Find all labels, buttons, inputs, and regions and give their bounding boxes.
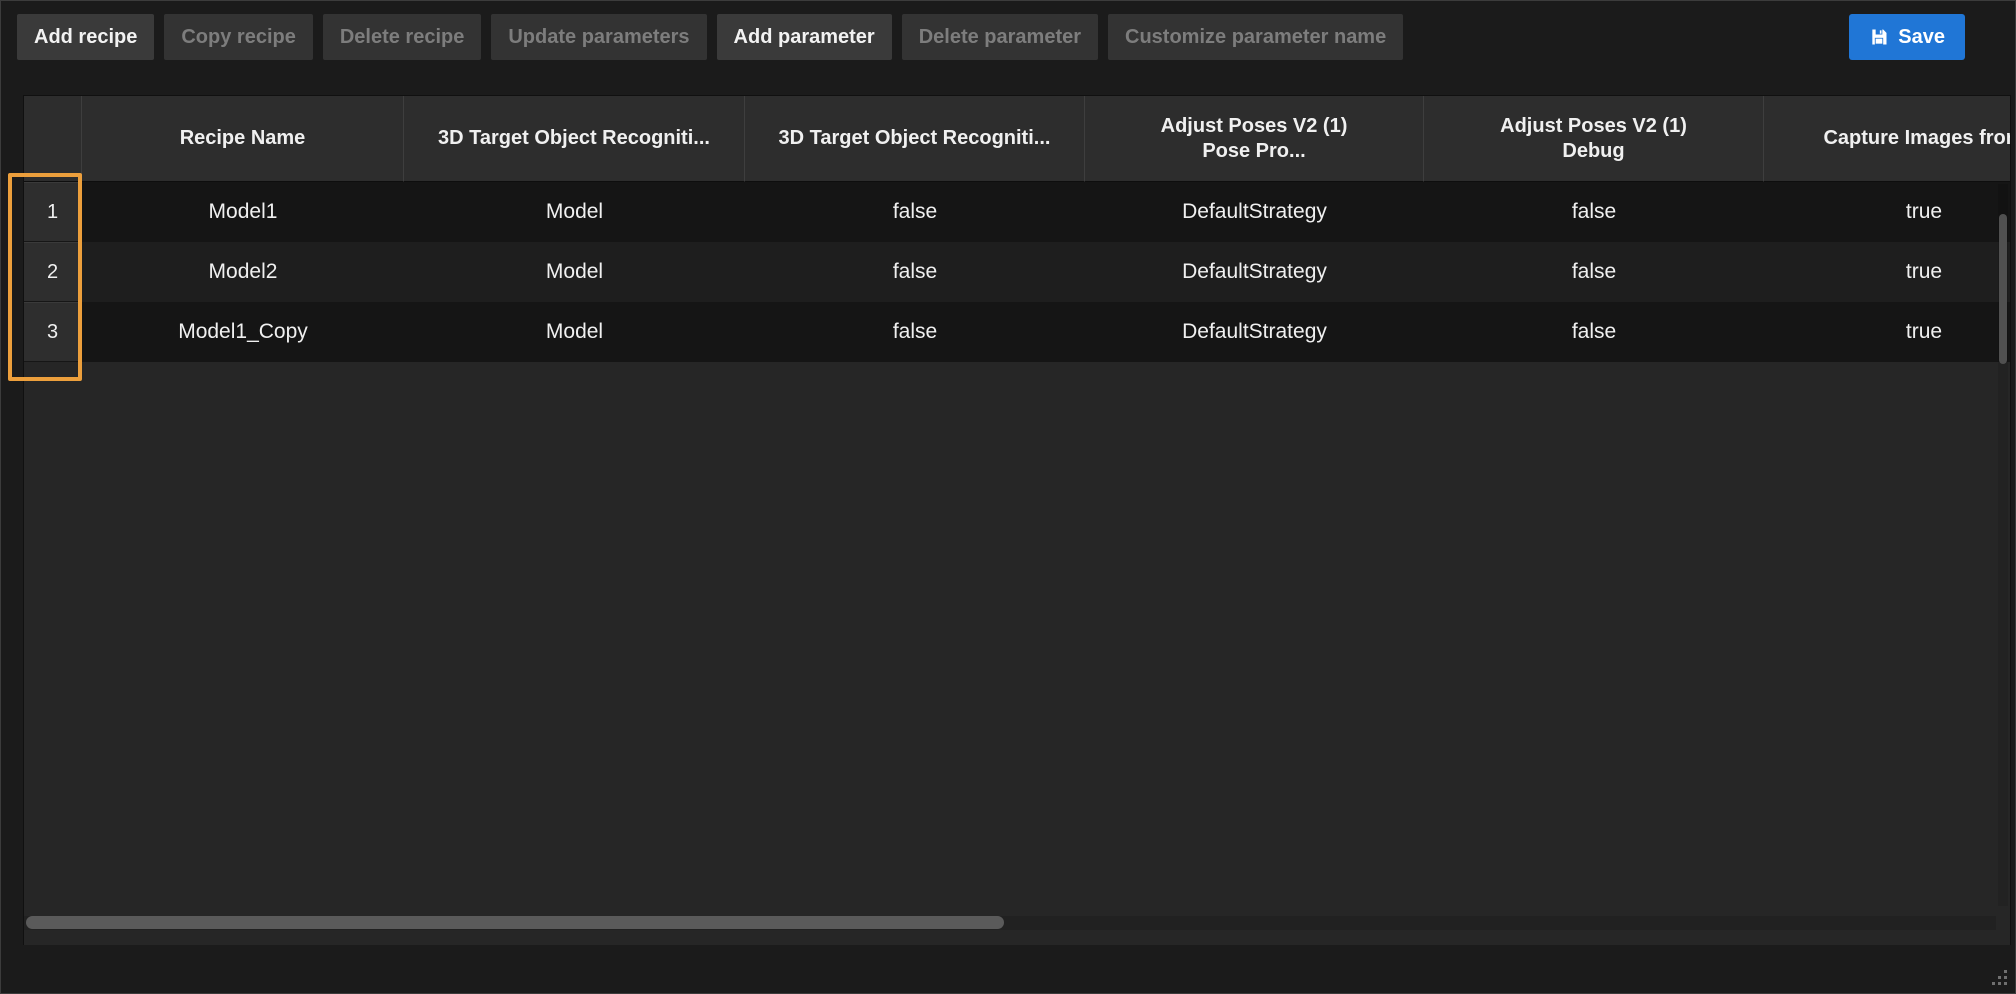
column-header-3d-recognition-2[interactable]: 3D Target Object Recogniti...: [745, 96, 1085, 182]
save-icon: [1869, 27, 1889, 47]
vertical-scrollbar[interactable]: [1998, 184, 2008, 906]
table-cell[interactable]: Model1: [82, 182, 404, 242]
row-number[interactable]: 3: [24, 302, 82, 362]
row-number[interactable]: 1: [24, 182, 82, 242]
table-cell[interactable]: true: [1764, 182, 2011, 242]
recipe-table: Recipe Name 3D Target Object Recogniti..…: [23, 95, 2011, 947]
table-cell[interactable]: Model: [404, 242, 745, 302]
customize-parameter-name-button[interactable]: Customize parameter name: [1108, 14, 1403, 60]
table-cell[interactable]: DefaultStrategy: [1085, 182, 1424, 242]
table-cell[interactable]: Model1_Copy: [82, 302, 404, 362]
update-parameters-button[interactable]: Update parameters: [491, 14, 706, 60]
statusbar: [1, 945, 2015, 993]
table-grid: Recipe Name 3D Target Object Recogniti..…: [24, 96, 2011, 362]
toolbar: Add recipe Copy recipe Delete recipe Upd…: [1, 1, 2015, 93]
copy-recipe-button[interactable]: Copy recipe: [164, 14, 312, 60]
horizontal-scrollbar-thumb[interactable]: [26, 916, 1004, 929]
table-cell[interactable]: false: [745, 302, 1085, 362]
vertical-scrollbar-thumb[interactable]: [1999, 214, 2007, 364]
table-cell[interactable]: false: [1424, 302, 1764, 362]
horizontal-scrollbar[interactable]: [24, 916, 1996, 930]
add-parameter-button[interactable]: Add parameter: [717, 14, 892, 60]
table-cell[interactable]: Model2: [82, 242, 404, 302]
delete-recipe-button[interactable]: Delete recipe: [323, 14, 482, 60]
delete-parameter-button[interactable]: Delete parameter: [902, 14, 1098, 60]
table-cell[interactable]: true: [1764, 302, 2011, 362]
column-header-capture-images[interactable]: Capture Images from: [1764, 96, 2011, 182]
save-button-label: Save: [1898, 26, 1945, 49]
table-cell[interactable]: false: [1424, 182, 1764, 242]
column-header-recipe-name[interactable]: Recipe Name: [82, 96, 404, 182]
column-header-3d-recognition-1[interactable]: 3D Target Object Recogniti...: [404, 96, 745, 182]
table-cell[interactable]: DefaultStrategy: [1085, 302, 1424, 362]
table-cell[interactable]: DefaultStrategy: [1085, 242, 1424, 302]
save-button[interactable]: Save: [1849, 14, 1965, 60]
table-cell[interactable]: Model: [404, 182, 745, 242]
table-cell[interactable]: Model: [404, 302, 745, 362]
table-cell[interactable]: false: [745, 182, 1085, 242]
table-cell[interactable]: false: [745, 242, 1085, 302]
table-cell[interactable]: false: [1424, 242, 1764, 302]
add-recipe-button[interactable]: Add recipe: [17, 14, 154, 60]
row-number[interactable]: 2: [24, 242, 82, 302]
resize-grip[interactable]: [1989, 967, 2007, 985]
recipe-editor-window: Add recipe Copy recipe Delete recipe Upd…: [0, 0, 2016, 994]
column-header-adjust-poses-pose[interactable]: Adjust Poses V2 (1) Pose Pro...: [1085, 96, 1424, 182]
column-header-adjust-poses-debug[interactable]: Adjust Poses V2 (1) Debug: [1424, 96, 1764, 182]
table-corner-cell[interactable]: [24, 96, 82, 182]
table-cell[interactable]: true: [1764, 242, 2011, 302]
